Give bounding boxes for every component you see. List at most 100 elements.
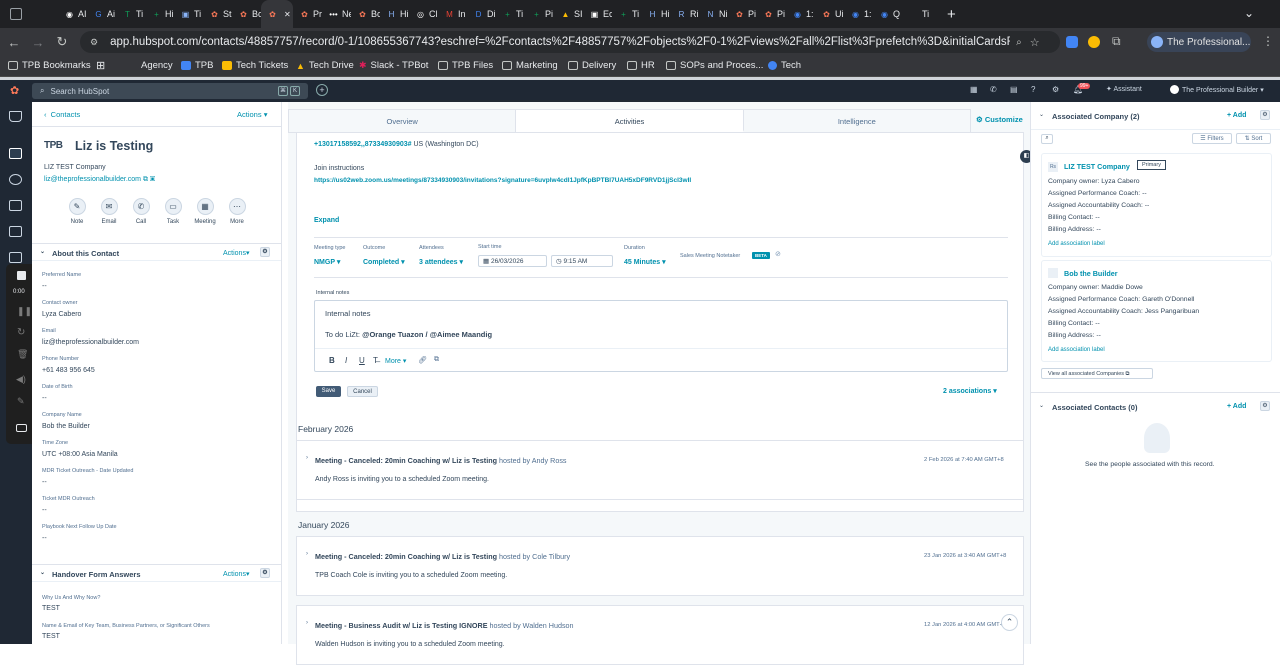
zoom-icon[interactable]: ⌕ [1016, 37, 1022, 48]
contact-actions-menu[interactable]: Actions ▾ [237, 110, 267, 119]
extension-icon-2[interactable] [1088, 36, 1100, 48]
italic-icon[interactable]: I [345, 356, 347, 365]
field-value[interactable]: -- [42, 535, 47, 542]
add-contact-button[interactable]: + Add [1227, 403, 1246, 410]
view-all-companies-button[interactable]: View all associated Companies ⧉ [1041, 368, 1153, 379]
about-actions[interactable]: Actions▾ [223, 249, 249, 257]
add-company-button[interactable]: + Add [1227, 112, 1246, 119]
chrome-profile-button[interactable]: The Professional... [1147, 32, 1251, 52]
tab-overview[interactable]: Overview [289, 110, 517, 132]
start-time-input[interactable]: ◷ 9:15 AM [551, 255, 613, 267]
bookmark-slack-tpbot[interactable]: ✱ Slack - TPBot [359, 60, 428, 71]
account-avatar[interactable] [1170, 85, 1179, 94]
attendees-select[interactable]: 3 attendees ▾ [419, 258, 463, 266]
field-value[interactable]: Lyza Cabero [42, 311, 81, 318]
bookmarks-nav-icon[interactable] [9, 111, 22, 122]
hubspot-search-input[interactable]: ⌕ Search HubSpot ⌘ K [32, 83, 308, 99]
company-name-link[interactable]: Bob the Builder [1064, 269, 1118, 278]
tab-list-chevron-icon[interactable]: ⌄ [1244, 6, 1254, 20]
bookmark-tech[interactable]: Tech [768, 60, 801, 71]
internal-notes-editor[interactable]: Internal notes To do LiZt: @Orange Tuazo… [314, 300, 1008, 372]
browser-tab[interactable]: H Hi [380, 0, 409, 28]
calling-icon[interactable]: ✆ [990, 85, 997, 94]
field-value[interactable]: Bob the Builder [42, 423, 90, 430]
contact-email-link[interactable]: liz@theprofessionalbuilder.com ⧉ ▣ [44, 176, 155, 184]
browser-tab[interactable]: H Hi [641, 0, 670, 28]
meeting-button[interactable]: ▦ Meeting [190, 198, 220, 225]
browser-tab[interactable]: ✿ Ui [815, 0, 844, 28]
event-title[interactable]: Meeting - Business Audit w/ Liz is Testi… [315, 621, 488, 630]
outcome-select[interactable]: Completed ▾ [363, 258, 405, 266]
timeline-event-card[interactable]: › Meeting - Business Audit w/ Liz is Test… [296, 605, 1024, 665]
extensions-puzzle-icon[interactable]: ⧉ [1112, 34, 1121, 49]
browser-tab[interactable]: + Ti [612, 0, 641, 28]
settings-icon[interactable]: ⚙ [1052, 85, 1059, 94]
strikethrough-icon[interactable]: T̶ [373, 356, 378, 365]
extension-icon-1[interactable] [1066, 36, 1078, 48]
about-section-header[interactable]: ⌄ About this Contact Actions▾ ⚙ [32, 243, 281, 261]
collapse-chevron-icon[interactable]: ⌄ [1039, 402, 1044, 409]
tab-activities[interactable]: Activities [516, 110, 744, 132]
breadcrumb-contacts[interactable]: ‹ Contacts [44, 110, 80, 119]
field-value[interactable]: UTC +08:00 Asia Manila [42, 451, 118, 458]
bookmark-tpb-files[interactable]: TPB Files [438, 60, 493, 71]
dial-in-number[interactable]: +13017158592,,87334930903# [314, 141, 412, 148]
contacts-header[interactable]: ⌄ Associated Contacts (0) + Add ⚙ [1031, 393, 1280, 419]
bookmark-hr[interactable]: HR [627, 60, 655, 71]
browser-tab[interactable]: D Di [467, 0, 496, 28]
bookmark-star-icon[interactable]: ☆ [1030, 36, 1040, 49]
field-value[interactable]: TEST [42, 605, 60, 612]
browser-tab[interactable]: ▣ Ec [583, 0, 612, 28]
bookmark-tech-drive[interactable]: ▲ Tech Drive [296, 60, 354, 71]
email-button[interactable]: ✉ Email [94, 198, 124, 225]
collapse-chevron-icon[interactable]: ⌄ [40, 569, 45, 576]
sales-nav-icon[interactable] [9, 226, 22, 237]
join-link[interactable]: https://us02web.zoom.us/meetings/8733493… [314, 177, 691, 184]
browser-tab[interactable]: ◉ Q [873, 0, 902, 28]
browser-tab[interactable]: ◎ Cl [409, 0, 438, 28]
expand-chevron-icon[interactable]: › [306, 551, 308, 557]
content-nav-icon[interactable] [9, 200, 22, 211]
browser-tab[interactable]: + Pi [525, 0, 554, 28]
browser-tab[interactable]: + Hi [145, 0, 174, 28]
create-new-icon[interactable]: + [316, 84, 328, 96]
app-marketplace-icon[interactable]: ▤ [1010, 85, 1018, 94]
call-button[interactable]: ✆ Call [126, 198, 156, 225]
bookmark-marketing[interactable]: Marketing [502, 60, 558, 71]
browser-tab[interactable]: ◉ 1: [786, 0, 815, 28]
field-value[interactable]: TEST [42, 633, 60, 640]
more-button[interactable]: ⋯ More [222, 198, 252, 225]
associations-dropdown[interactable]: 2 associations ▾ [943, 387, 997, 395]
browser-tab[interactable]: ◉ 1: [844, 0, 873, 28]
browser-tab[interactable]: M In [438, 0, 467, 28]
browser-tab[interactable]: ✿ Pi [728, 0, 757, 28]
timeline-event-card[interactable]: › Meeting - Canceled: 20min Coaching w/ L… [296, 440, 1024, 500]
browser-tab[interactable]: ✿ St [203, 0, 232, 28]
tab-search-icon[interactable] [10, 8, 22, 20]
browser-tab[interactable]: ✿ ✕ [261, 0, 293, 28]
marketing-nav-icon[interactable] [9, 174, 22, 185]
save-button[interactable]: Save [316, 386, 341, 397]
companies-settings-icon[interactable]: ⚙ [1260, 110, 1270, 120]
site-info-icon[interactable]: ⚙ [90, 37, 98, 48]
link-icon[interactable]: 🔗︎ [418, 356, 427, 364]
collapse-chevron-icon[interactable]: ⌄ [40, 248, 45, 255]
browser-tab[interactable]: ••• Ne [322, 0, 351, 28]
trash-icon[interactable]: 🗑︎ [17, 349, 28, 360]
pause-icon[interactable]: ❚❚ [17, 306, 32, 317]
collapse-chevron-icon[interactable]: ⌄ [1039, 111, 1044, 118]
browser-tab[interactable]: ✿ Pr [293, 0, 322, 28]
field-value[interactable]: -- [42, 507, 47, 514]
attachment-icon[interactable]: ⧉ [434, 356, 439, 364]
stop-recording-icon[interactable] [17, 271, 26, 280]
cancel-button[interactable]: Cancel [347, 386, 378, 397]
bookmark-tpb-bookmarks[interactable]: TPB Bookmarks [8, 60, 91, 71]
browser-tab[interactable]: ✿ Bc [232, 0, 261, 28]
bold-icon[interactable]: B [329, 356, 335, 365]
add-association-label-link[interactable]: Add association label [1048, 241, 1105, 247]
field-value[interactable]: liz@theprofessionalbuilder.com [42, 339, 139, 346]
forward-button[interactable]: → [26, 35, 50, 50]
browser-tab[interactable]: ✿ Pi [757, 0, 786, 28]
bookmark-tech-tickets[interactable]: Tech Tickets [222, 60, 288, 71]
bookmark-agency[interactable]: Agency [141, 60, 173, 71]
